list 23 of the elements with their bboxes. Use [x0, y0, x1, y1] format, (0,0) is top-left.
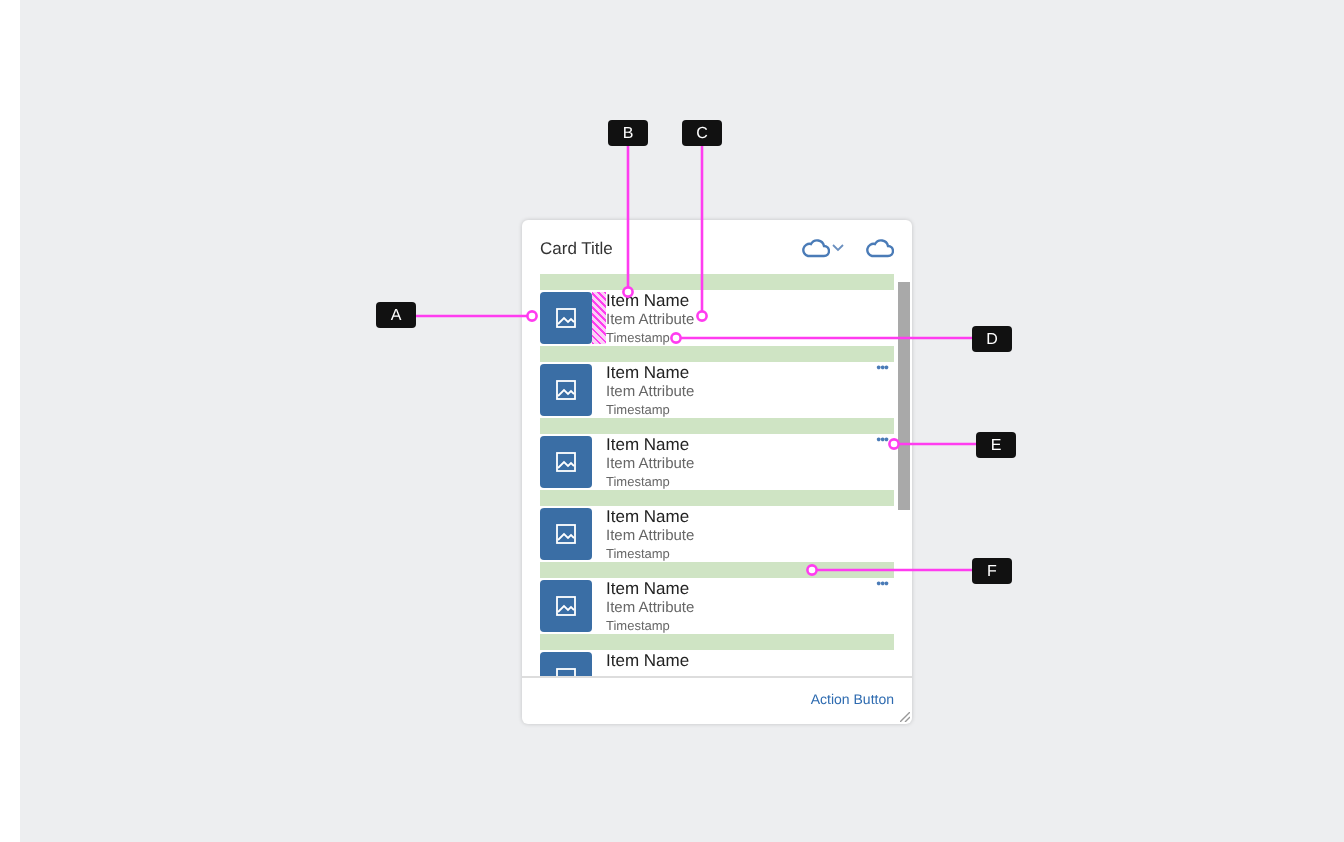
image-icon	[540, 580, 592, 632]
annotation-label: E	[976, 432, 1016, 458]
cloud-icon[interactable]	[802, 237, 830, 257]
annotation-label: F	[972, 558, 1012, 584]
item-name: Item Name	[606, 434, 692, 454]
resize-handle-icon[interactable]	[900, 712, 910, 722]
item-name: Item Name	[606, 650, 690, 670]
annotation-label: C	[682, 120, 722, 146]
image-icon	[540, 436, 592, 488]
item-name: Item Name	[606, 362, 692, 382]
cloud-icon[interactable]	[866, 237, 894, 257]
annotation-label: A	[376, 302, 416, 328]
item-name: Item Name	[606, 578, 692, 598]
item-name: Item Name	[606, 506, 692, 526]
image-icon	[540, 364, 592, 416]
image-icon	[540, 292, 592, 344]
caret-icon[interactable]	[832, 243, 844, 251]
annotation-label: D	[972, 326, 1012, 352]
card-title: Card Title	[540, 237, 615, 257]
image-icon	[540, 508, 592, 560]
annotation-label: B	[608, 120, 648, 146]
item-name: Item Name	[606, 290, 692, 310]
scrollbar[interactable]	[898, 282, 910, 510]
